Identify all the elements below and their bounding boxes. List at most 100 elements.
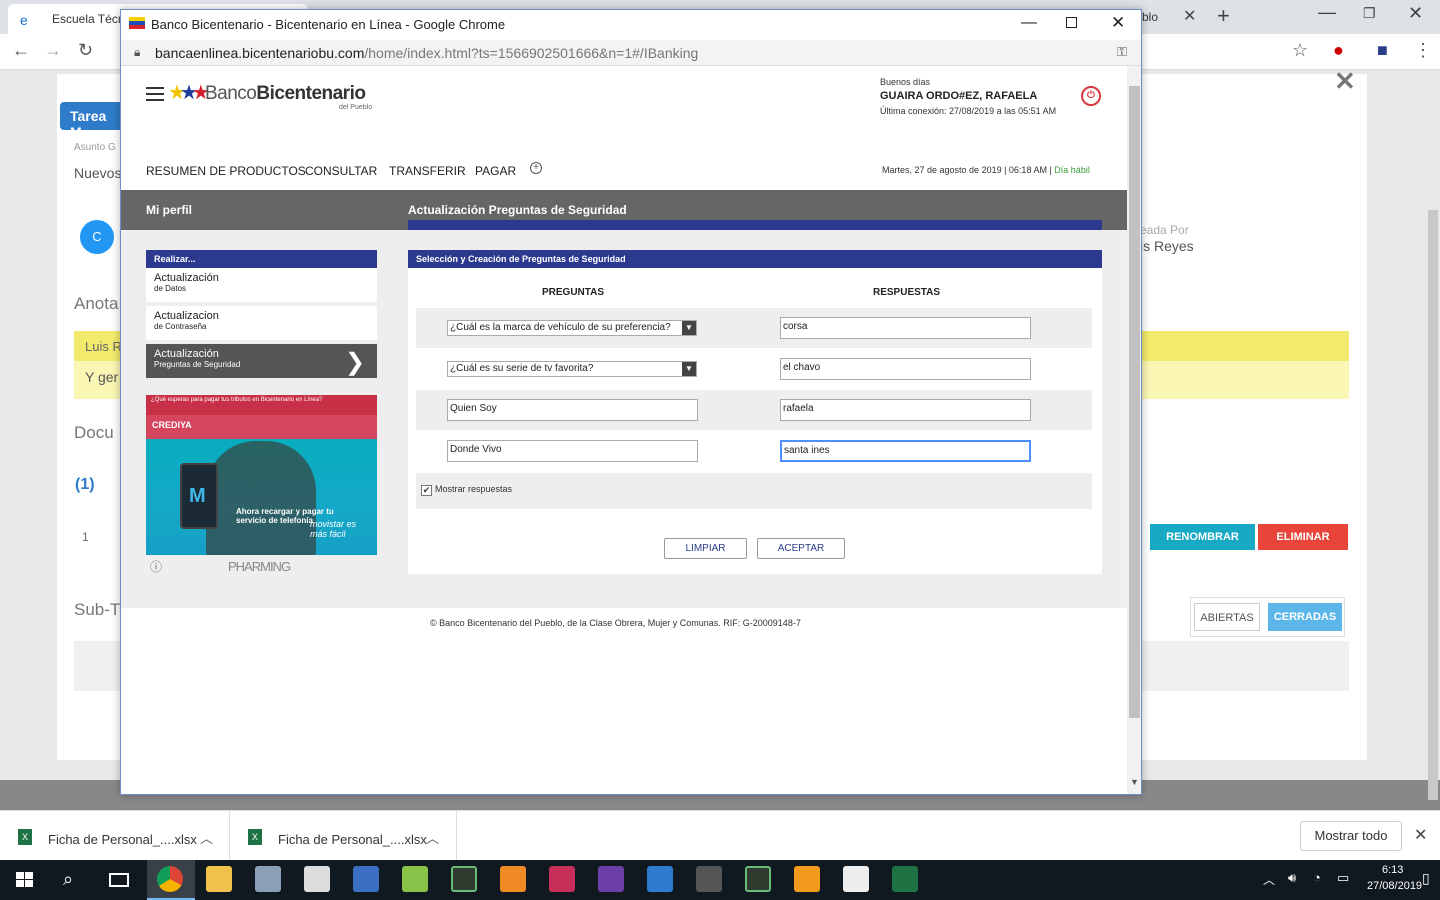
nav-consultar[interactable]: CONSULTAR [305, 164, 377, 178]
key-icon[interactable]: ⚿ [1117, 44, 1127, 60]
show-all-button[interactable]: Mostrar todo [1300, 821, 1402, 851]
profile-icon[interactable]: ■ [1377, 40, 1388, 61]
logout-power-icon[interactable]: ⏻ [1081, 86, 1101, 106]
search-icon[interactable]: ⌕ [63, 869, 73, 890]
document-row-number: 1 [82, 530, 89, 544]
sublime-text-icon[interactable] [794, 866, 820, 892]
clock-date[interactable]: 27/08/2019 [1367, 880, 1422, 892]
close-icon[interactable]: ✕ [1334, 66, 1356, 97]
menu-dots-icon[interactable]: ⋮ [1414, 40, 1432, 61]
tab-closed[interactable]: CERRADAS [1268, 603, 1342, 631]
dropdown-arrow-icon[interactable]: ▼ [682, 362, 696, 376]
maximize-button[interactable]: ❐ [1363, 5, 1376, 22]
nav-resumen[interactable]: RESUMEN DE PRODUCTOS [146, 164, 306, 178]
scroll-down-arrow-icon[interactable]: ▼ [1130, 777, 1139, 787]
back-arrow-icon[interactable]: ← [12, 40, 30, 61]
media-player-icon[interactable] [500, 866, 526, 892]
calculator-icon[interactable] [304, 866, 330, 892]
close-icon[interactable]: ✕ [1414, 825, 1427, 845]
ad-pharming-bar: ⓘ PHARMING [146, 555, 377, 580]
answer-input[interactable]: corsa [780, 317, 1031, 339]
nav-pagar[interactable]: PAGAR [475, 164, 516, 178]
show-answers-label[interactable]: Mostrar respuestas [435, 484, 512, 494]
app-icon[interactable] [353, 866, 379, 892]
app-icon[interactable] [402, 866, 428, 892]
photos-icon[interactable] [843, 866, 869, 892]
minimize-button[interactable]: — [1021, 14, 1037, 32]
chevron-up-icon[interactable]: ︿ [426, 828, 439, 847]
lock-icon[interactable]: 🔒︎ [134, 45, 140, 60]
note-text: Y ger [85, 369, 119, 385]
extension-icon[interactable]: ● [1333, 40, 1344, 61]
new-tab-button[interactable]: + [1217, 3, 1230, 29]
ad-banner[interactable]: ¿Qué esperas para pagar tus tributos en … [146, 395, 377, 580]
network-icon[interactable]: ◔ [1313, 870, 1321, 885]
nav-transferir[interactable]: TRANSFERIR [389, 164, 466, 178]
answer-input[interactable]: santa ines [780, 440, 1031, 462]
tab-open[interactable]: ABIERTAS [1194, 603, 1260, 631]
address-bar[interactable]: 🔒︎ bancaenlinea.bicentenariobu.com/home/… [121, 40, 1141, 66]
sidebar-item-update-password[interactable]: Actualizacion de Contraseña [146, 306, 377, 342]
visual-studio-icon[interactable] [598, 866, 624, 892]
reload-icon[interactable]: ↻ [78, 40, 93, 61]
popup-window: Banco Bicentenario - Bicentenario en Lín… [120, 9, 1142, 795]
question-row: ¿Cuál es la marca de vehículo de su pref… [416, 308, 1092, 348]
answer-input[interactable]: el chavo [780, 358, 1031, 380]
add-circle-icon[interactable]: + [530, 162, 542, 174]
delete-button[interactable]: ELIMINAR [1258, 524, 1348, 550]
scrollbar[interactable] [1428, 210, 1438, 800]
show-answers-checkbox[interactable]: ✔ [421, 485, 432, 496]
maximize-button[interactable] [1066, 17, 1077, 28]
question-select[interactable]: ¿Cuál es la marca de vehículo de su pref… [447, 320, 697, 336]
dropdown-arrow-icon[interactable]: ▼ [682, 321, 696, 335]
windows-taskbar: ⌕ ︿ 🔊︎ ◔ ▭ 6:13 27/08/2019 ▯ [0, 860, 1440, 900]
windows-start-icon[interactable] [16, 872, 34, 888]
file-explorer-icon[interactable] [206, 866, 232, 892]
minimize-button[interactable]: — [1318, 2, 1336, 23]
phone-icon: M [180, 463, 218, 529]
custom-question-input[interactable]: Donde Vivo [447, 440, 698, 462]
url-text[interactable]: bancaenlinea.bicentenariobu.com/home/ind… [155, 45, 698, 61]
sidebar-item-update-data[interactable]: Actualización de Datos [146, 268, 377, 304]
chevron-up-icon[interactable]: ︿ [1263, 871, 1275, 888]
volume-icon[interactable]: 🔊︎ [1288, 870, 1296, 886]
info-icon: ⓘ [150, 560, 163, 574]
form-header: Selección y Creación de Preguntas de Seg… [408, 250, 1102, 268]
nox-icon[interactable] [451, 866, 477, 892]
clear-button[interactable]: LIMPIAR [664, 538, 747, 559]
logo-stars-icon: ★★★ [168, 82, 210, 104]
task-view-icon[interactable] [109, 873, 129, 887]
app-icon[interactable] [549, 866, 575, 892]
internet-explorer-icon[interactable] [647, 866, 673, 892]
documents-count-link[interactable]: (1) [75, 476, 95, 494]
custom-question-input[interactable]: Quien Soy [447, 399, 698, 421]
sidebar-item-security-questions[interactable]: Actualización Preguntas de Seguridad ❯ [146, 344, 377, 380]
sidebar-item-label: Actualización [154, 348, 219, 360]
rename-button[interactable]: RENOMBRAR [1150, 524, 1255, 550]
question-select[interactable]: ¿Cuál es su serie de tv favorita? ▼ [447, 361, 697, 377]
close-window-button[interactable]: ✕ [1111, 13, 1125, 33]
close-icon[interactable]: ✕ [1183, 6, 1196, 26]
download-item[interactable]: X Ficha de Personal_....xlsx ︿ [0, 811, 230, 861]
forward-arrow-icon[interactable]: → [44, 40, 62, 61]
user-name: GUAIRA ORDO#EZ, RAFAELA [880, 90, 1038, 102]
nox-icon[interactable] [745, 866, 771, 892]
scrollbar-thumb[interactable] [1129, 86, 1140, 718]
chrome-icon[interactable] [157, 866, 183, 892]
notifications-icon[interactable]: ▯ [1422, 870, 1430, 887]
bank-logo[interactable]: BancoBicentenario [205, 83, 366, 105]
accept-button[interactable]: ACEPTAR [757, 538, 845, 559]
download-item[interactable]: X Ficha de Personal_....xlsx ︿ [230, 811, 457, 861]
tab-title[interactable]: blo [1142, 10, 1158, 24]
star-icon[interactable]: ☆ [1292, 40, 1308, 61]
message-icon[interactable]: ▭ [1337, 870, 1349, 886]
answer-input[interactable]: rafaela [780, 399, 1031, 421]
hamburger-menu-icon[interactable] [146, 87, 164, 101]
app-icon[interactable] [696, 866, 722, 892]
subject-value: Nuevos [74, 165, 122, 181]
app-icon[interactable] [255, 866, 281, 892]
excel-icon[interactable] [892, 866, 918, 892]
chevron-up-icon[interactable]: ︿ [200, 828, 213, 847]
close-window-button[interactable]: ✕ [1408, 3, 1423, 24]
clock-time[interactable]: 6:13 [1382, 864, 1403, 876]
